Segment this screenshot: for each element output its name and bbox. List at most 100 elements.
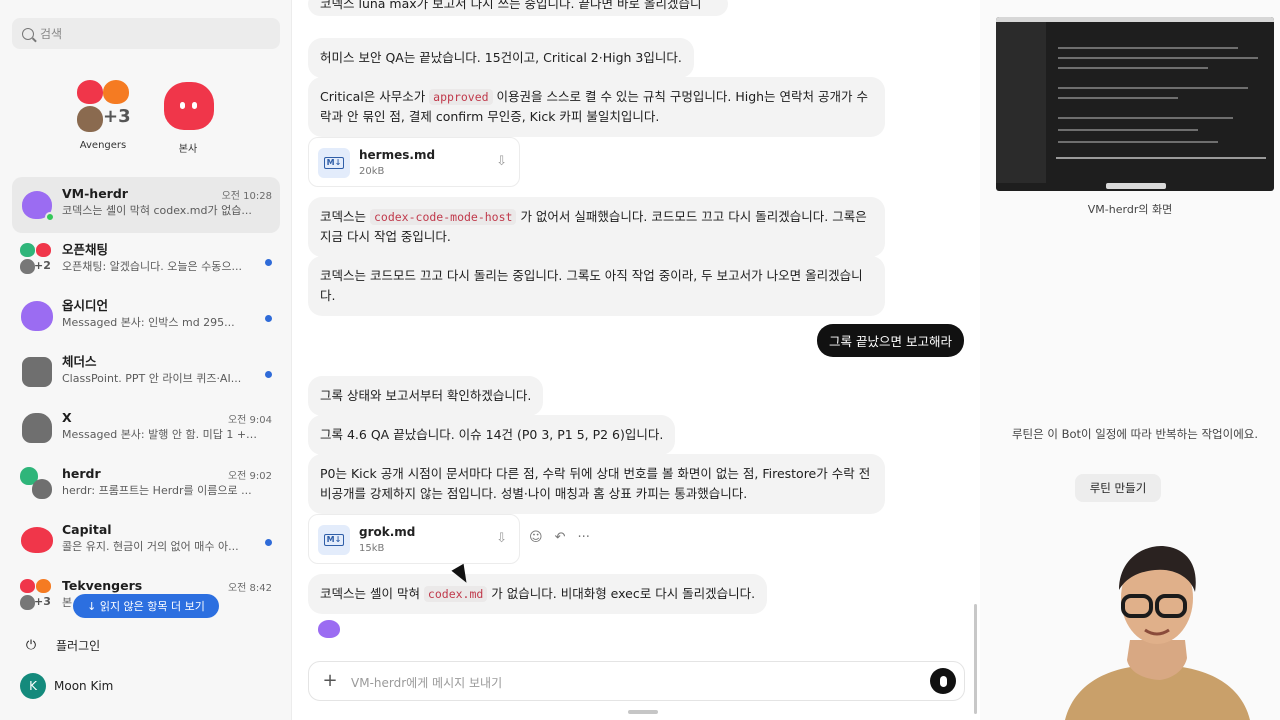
bonsa-avatar bbox=[158, 76, 218, 136]
chat-name: 옵시디언 bbox=[62, 298, 109, 313]
chat-name: 체더스 bbox=[62, 354, 97, 369]
message-bubble: 코덱스는 셸이 막혀 codex.md 가 없습니다. 비대화형 exec로 다… bbox=[308, 574, 768, 614]
search-icon bbox=[22, 27, 34, 40]
pinned-label: Avengers bbox=[79, 140, 127, 151]
avatar bbox=[20, 299, 54, 333]
chat-preview: Messaged 본사: 발행 안 함. 미답 1 + ... bbox=[62, 428, 258, 441]
avatar bbox=[20, 411, 54, 445]
unread-dot bbox=[265, 259, 272, 266]
chat-item-cheddars[interactable]: 체더스 ClassPoint. PPT 안 라이브 퀴즈·AI... bbox=[12, 345, 280, 401]
message-composer[interactable]: + VM-herdr에게 메시지 보내기 bbox=[308, 661, 965, 701]
message-bubble: 코덱스 luna max가 보고서 다시 쓰는 중입니다. 끝나면 바로 올리겠… bbox=[308, 0, 728, 16]
file-size: 20kB bbox=[359, 166, 385, 177]
routine-description: 루틴은 이 Bot이 일정에 따라 반복하는 작업이에요. bbox=[1011, 427, 1259, 441]
add-attachment-icon[interactable]: + bbox=[319, 671, 341, 693]
user-profile[interactable]: K Moon Kim bbox=[20, 673, 113, 699]
search-placeholder: 검색 bbox=[40, 27, 63, 41]
message-text: 코덱스는 셸이 막혀 bbox=[320, 586, 424, 601]
message-bubble: P0는 Kick 공개 시점이 문서마다 다른 점, 수락 뒤에 상대 번호를 … bbox=[308, 454, 885, 514]
sent-message: 그록 끝났으면 보고해라 bbox=[817, 324, 964, 357]
emoji-reaction-icon[interactable]: ☺ bbox=[529, 530, 543, 545]
chat-item-vm-herdr[interactable]: VM-herdr 코덱스는 셸이 막혀 codex.md가 없습... 오전 1… bbox=[12, 177, 280, 233]
download-icon[interactable]: ⇩ bbox=[496, 154, 507, 169]
screen-caption: VM-herdr의 화면 bbox=[1087, 203, 1173, 216]
unread-dot bbox=[265, 539, 272, 546]
mic-icon bbox=[939, 675, 947, 687]
avatar bbox=[20, 523, 54, 557]
sidebar: 검색 +3 Avengers 본사 VM-herdr 코덱스는 셸이 막혀 co… bbox=[0, 0, 292, 720]
file-name: hermes.md bbox=[359, 148, 436, 162]
group-avatar: +2 bbox=[20, 243, 54, 277]
user-name: Moon Kim bbox=[54, 679, 114, 693]
chat-preview: ClassPoint. PPT 안 라이브 퀴즈·AI... bbox=[62, 372, 242, 385]
file-attachment[interactable]: M↓ hermes.md 20kB ⇩ bbox=[308, 137, 520, 187]
chat-preview: 오픈채팅: 알겠습니다. 오늘은 수동으... bbox=[62, 260, 242, 273]
chat-item-openchat[interactable]: +2 오픈채팅 오픈채팅: 알겠습니다. 오늘은 수동으... bbox=[12, 233, 280, 289]
chat-area: 코덱스 luna max가 보고서 다시 쓰는 중입니다. 끝나면 바로 올리겠… bbox=[293, 0, 980, 720]
online-indicator bbox=[45, 212, 55, 222]
message-bubble: 그록 4.6 QA 끝났습니다. 이슈 14건 (P0 3, P1 5, P2 … bbox=[308, 415, 676, 455]
plug-icon: ⏻ bbox=[25, 638, 37, 653]
chat-preview: 코덱스는 셸이 막혀 codex.md가 없습... bbox=[62, 204, 252, 217]
markdown-file-icon: M↓ bbox=[318, 148, 350, 178]
message-text: 가 없습니다. 비대화형 exec로 다시 돌리겠습니다. bbox=[487, 586, 756, 601]
inline-code: codex.md bbox=[423, 586, 488, 602]
resize-handle[interactable] bbox=[628, 710, 658, 714]
plugins-label: 플러그인 bbox=[56, 639, 101, 653]
plugins-link[interactable]: ⏻ 플러그인 bbox=[22, 637, 100, 654]
chat-time: 오전 9:04 bbox=[227, 415, 272, 426]
member-count: +3 bbox=[103, 106, 131, 127]
chat-preview: Messaged 본사: 인박스 md 295... bbox=[62, 316, 235, 329]
pinned-avengers[interactable]: +3 Avengers bbox=[58, 76, 148, 151]
webcam-overlay bbox=[1035, 540, 1280, 720]
more-options-icon[interactable]: ··· bbox=[577, 530, 589, 545]
chat-name: Capital bbox=[62, 522, 112, 537]
message-text: 코덱스는 bbox=[320, 209, 370, 224]
chat-time: 오전 10:28 bbox=[221, 191, 272, 202]
avatar: K bbox=[20, 673, 46, 699]
message-bubble: 코덱스는 코드모드 끄고 다시 돌리는 중입니다. 그록도 아직 작업 중이라,… bbox=[308, 256, 885, 316]
message-bubble: 코덱스는 codex-code-mode-host 가 없어서 실패했습니다. … bbox=[308, 197, 885, 257]
typing-indicator bbox=[318, 620, 340, 638]
member-count: +2 bbox=[34, 259, 51, 272]
chat-item-x[interactable]: X Messaged 본사: 발행 안 함. 미답 1 + ... 오전 9:0… bbox=[12, 401, 280, 457]
chat-list: VM-herdr 코덱스는 셸이 막혀 codex.md가 없습... 오전 1… bbox=[12, 177, 280, 625]
reply-icon[interactable]: ↶ bbox=[555, 530, 566, 545]
composer-placeholder: VM-herdr에게 메시지 보내기 bbox=[351, 676, 503, 690]
inline-code: approved bbox=[429, 89, 493, 105]
message-bubble: Critical은 사무소가 approved 이용권을 스스로 켤 수 있는 … bbox=[308, 77, 885, 137]
avatar bbox=[20, 355, 54, 389]
chat-time: 오전 9:02 bbox=[227, 471, 272, 482]
chat-item-capital[interactable]: Capital 콜은 유지. 현금이 거의 없어 매수 아... bbox=[12, 513, 280, 569]
group-avatar: +3 bbox=[20, 579, 54, 613]
chat-time: 오전 8:42 bbox=[227, 583, 272, 594]
scrollbar[interactable] bbox=[974, 604, 977, 714]
pinned-bonsa[interactable]: 본사 bbox=[143, 76, 233, 155]
group-avatar: +3 bbox=[73, 76, 133, 136]
chat-item-obsidian[interactable]: 옵시디언 Messaged 본사: 인박스 md 295... bbox=[12, 289, 280, 345]
pinned-label: 본사 bbox=[178, 144, 198, 155]
member-count: +3 bbox=[34, 595, 51, 608]
search-box[interactable]: 검색 bbox=[12, 18, 280, 49]
mic-button[interactable] bbox=[930, 668, 956, 694]
show-more-unread-button[interactable]: ↓ 읽지 않은 항목 더 보기 bbox=[73, 594, 219, 618]
file-attachment[interactable]: M↓ grok.md 15kB ⇩ bbox=[308, 514, 520, 564]
unread-dot bbox=[265, 371, 272, 378]
chat-preview: 콜은 유지. 현금이 거의 없어 매수 아... bbox=[62, 540, 239, 553]
markdown-file-icon: M↓ bbox=[318, 525, 350, 555]
chat-name: 오픈채팅 bbox=[62, 242, 109, 257]
message-bubble: 그록 상태와 보고서부터 확인하겠습니다. bbox=[308, 376, 544, 416]
chat-item-herdr[interactable]: herdr herdr: 프롬프트는 Herdr를 이름으로 ... 오전 9:… bbox=[12, 457, 280, 513]
unread-dot bbox=[265, 315, 272, 322]
create-routine-button[interactable]: 루틴 만들기 bbox=[1075, 474, 1161, 502]
pinned-chats: +3 Avengers 본사 bbox=[0, 76, 292, 160]
message-actions: ☺ ↶ ··· bbox=[529, 530, 590, 545]
avatar bbox=[20, 467, 54, 501]
download-icon[interactable]: ⇩ bbox=[496, 531, 507, 546]
vm-screen-preview[interactable] bbox=[996, 17, 1274, 191]
file-size: 15kB bbox=[359, 543, 385, 554]
message-bubble: 허미스 보안 QA는 끝났습니다. 15건이고, Critical 2·High… bbox=[308, 38, 694, 78]
chat-preview: herdr: 프롬프트는 Herdr를 이름으로 ... bbox=[62, 484, 252, 497]
avatar bbox=[20, 187, 55, 222]
message-text: Critical은 사무소가 bbox=[320, 89, 430, 104]
